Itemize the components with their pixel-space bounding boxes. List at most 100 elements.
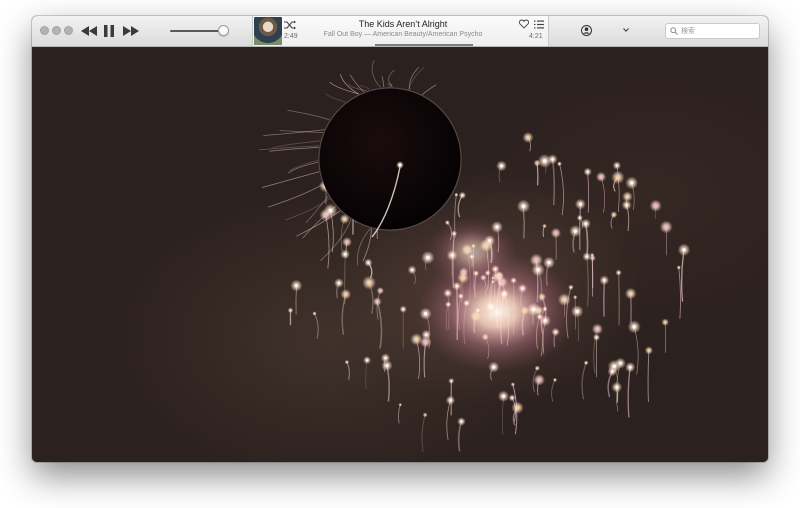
particle-trail (647, 350, 650, 403)
particle (585, 255, 588, 258)
particle (654, 204, 658, 208)
particle (450, 253, 454, 257)
close-window-button[interactable] (40, 26, 49, 35)
now-playing-display: 2:49 The Kids Aren’t Alright Fall Out Bo… (252, 16, 549, 46)
particle-trail (376, 301, 383, 349)
particle (591, 254, 593, 256)
particle-trail (502, 396, 504, 435)
search-icon (670, 27, 678, 35)
particle (313, 312, 316, 315)
particle (615, 164, 619, 167)
particle (584, 222, 588, 226)
particle-trail (586, 256, 589, 307)
search-input[interactable] (681, 25, 757, 37)
particle (647, 349, 651, 352)
particle-trail (581, 362, 587, 400)
particle (628, 365, 632, 369)
particle-trail (600, 176, 606, 213)
particle (574, 296, 576, 298)
particle (424, 340, 428, 344)
particle-trail (397, 404, 401, 424)
fast-forward-icon (123, 26, 139, 36)
playback-progress-bar[interactable] (375, 44, 473, 46)
particle (494, 268, 497, 271)
particle (399, 404, 401, 406)
particle (570, 286, 572, 289)
particle (289, 309, 292, 312)
up-next-list-icon[interactable] (534, 20, 544, 29)
particle (603, 278, 606, 282)
particle (500, 280, 504, 284)
particle (346, 361, 348, 363)
particle-trail (446, 400, 451, 440)
particle (538, 315, 541, 318)
particle (540, 295, 544, 298)
minimize-window-button[interactable] (52, 26, 61, 35)
particle-trail (678, 267, 681, 319)
particle (558, 163, 561, 165)
particle (591, 257, 594, 259)
heart-icon[interactable] (519, 19, 529, 29)
particle (599, 175, 603, 179)
particle-trail (421, 414, 426, 452)
particle (447, 303, 450, 306)
orb-wisp (288, 161, 319, 174)
particle-trail (341, 294, 347, 335)
particle (484, 336, 487, 338)
shuffle-icon[interactable] (284, 20, 296, 30)
zoom-window-button[interactable] (64, 26, 73, 35)
particle (450, 380, 453, 382)
particle (526, 136, 530, 139)
particle (536, 367, 538, 369)
particle (453, 232, 455, 235)
particle (385, 364, 389, 367)
orb-wisp (325, 93, 346, 103)
particle-trail (346, 361, 351, 380)
particle (455, 194, 457, 196)
particle (575, 309, 579, 314)
particle (376, 300, 379, 303)
particle-trail (457, 421, 463, 452)
particle (484, 243, 488, 248)
particle (486, 272, 489, 274)
rewind-button[interactable] (80, 22, 98, 40)
particle (455, 284, 459, 288)
particle-trail (325, 214, 330, 269)
particle (585, 362, 587, 364)
particle (500, 164, 503, 168)
particle (515, 406, 520, 410)
orb-wisp (289, 159, 319, 171)
pause-button[interactable] (102, 22, 116, 40)
volume-slider[interactable] (170, 30, 224, 32)
orb-wisp (267, 184, 323, 208)
dark-orb (319, 88, 461, 230)
particle (536, 162, 539, 164)
toolbar: 2:49 The Kids Aren’t Alright Fall Out Bo… (32, 16, 768, 47)
music-visualizer (32, 47, 768, 462)
particle (536, 268, 540, 272)
particle (501, 394, 506, 398)
song-title: The Kids Aren’t Alright (358, 19, 448, 29)
orb-wisp (287, 109, 330, 121)
volume-knob[interactable] (218, 25, 229, 36)
remaining-time: 4:21 (529, 33, 543, 40)
particle (475, 272, 477, 275)
particle (595, 336, 598, 339)
search-field[interactable] (665, 23, 760, 39)
album-artwork[interactable] (254, 17, 282, 45)
fast-forward-button[interactable] (122, 22, 140, 40)
particle (337, 281, 341, 285)
particle-trail (551, 379, 556, 402)
particle (482, 276, 485, 279)
particle (424, 414, 426, 416)
particle (477, 309, 479, 312)
particle (446, 291, 449, 295)
particle (474, 314, 478, 318)
particle (367, 280, 371, 285)
particle (630, 181, 634, 185)
chevron-down-icon[interactable] (623, 28, 629, 32)
particle (492, 365, 496, 369)
particle (537, 378, 541, 382)
elapsed-time: 2:49 (284, 33, 298, 40)
account-icon[interactable] (581, 25, 592, 36)
